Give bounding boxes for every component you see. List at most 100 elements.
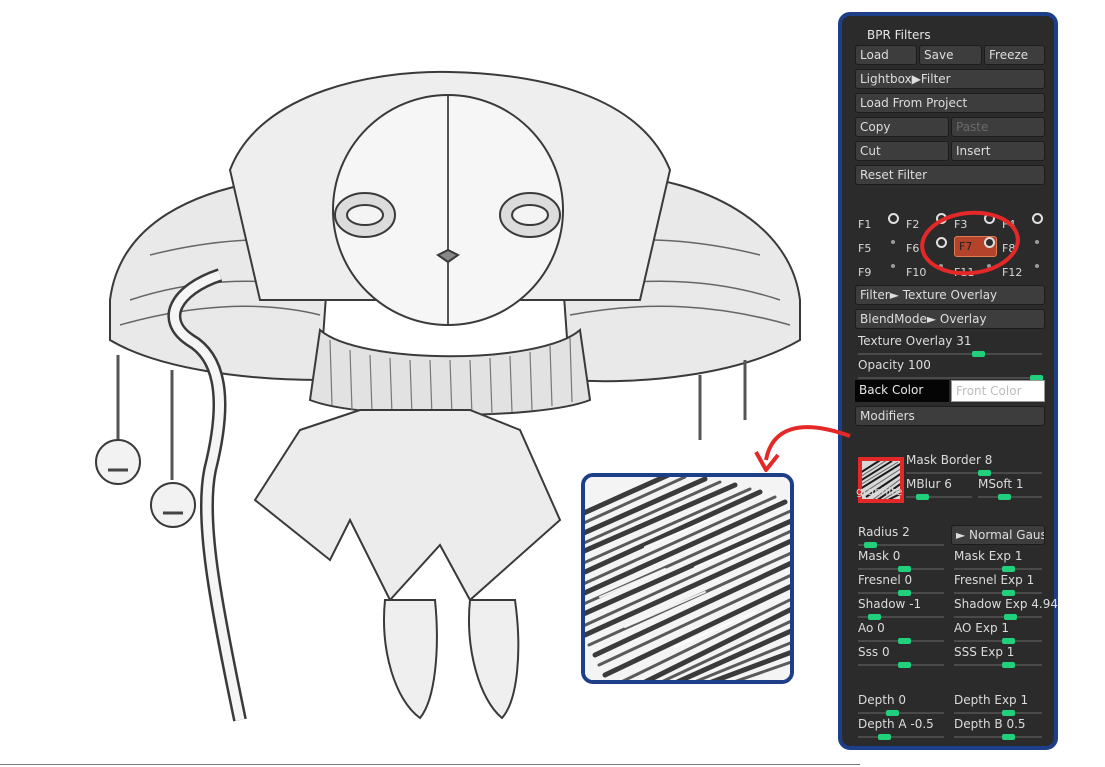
front-color-swatch[interactable]: Front Color	[951, 380, 1045, 402]
load-from-project-button[interactable]: Load From Project	[855, 93, 1045, 113]
slider-knob[interactable]	[898, 590, 911, 596]
slider-knob[interactable]	[864, 542, 877, 548]
filter-slot-f3[interactable]: F3	[954, 218, 967, 231]
slider-knob[interactable]	[1002, 566, 1015, 572]
slider-track	[954, 664, 1042, 666]
texture-zoom-inset	[581, 473, 794, 684]
mask-exp-label: Mask Exp 1	[954, 549, 1023, 563]
slider-track	[954, 568, 1042, 570]
radius-label: Radius 2	[858, 525, 910, 539]
modifiers-section[interactable]: Modifiers	[855, 406, 1045, 426]
load-button[interactable]: Load	[855, 45, 917, 65]
slider-track	[954, 736, 1042, 738]
slider-track	[954, 712, 1042, 714]
slot-f2-toggle-icon[interactable]	[936, 213, 947, 224]
slot-f9-toggle-icon[interactable]	[891, 264, 895, 268]
filter-slot-f1[interactable]: F1	[858, 218, 871, 231]
filter-slot-f12[interactable]: F12	[1002, 266, 1022, 279]
fresnel-label: Fresnel 0	[858, 573, 913, 587]
slot-f5-toggle-icon[interactable]	[891, 240, 895, 244]
slider-knob[interactable]	[1002, 590, 1015, 596]
reset-filter-button[interactable]: Reset Filter	[855, 165, 1045, 185]
filter-slot-f4[interactable]: F4	[1002, 218, 1015, 231]
slider-track	[954, 640, 1042, 642]
filter-slot-f6[interactable]: F6	[906, 242, 919, 255]
depth-a-slider[interactable]: Depth A -0.5	[858, 717, 944, 745]
slot-f10-toggle-icon[interactable]	[939, 264, 943, 268]
slot-f6-toggle-icon[interactable]	[936, 237, 947, 248]
slider-knob[interactable]	[886, 710, 899, 716]
slider-knob[interactable]	[1002, 662, 1015, 668]
sss-slider[interactable]: Sss 0	[858, 645, 944, 673]
slot-f4-toggle-icon[interactable]	[1032, 213, 1043, 224]
slot-f12-toggle-icon[interactable]	[1035, 264, 1039, 268]
cut-button[interactable]: Cut	[855, 141, 949, 161]
slider-knob[interactable]	[1002, 710, 1015, 716]
shadow-label: Shadow -1	[858, 597, 922, 611]
panel-title: BPR Filters	[867, 28, 931, 42]
slider-knob[interactable]	[898, 662, 911, 668]
sss-exp-label: SSS Exp 1	[954, 645, 1015, 659]
slot-f7-toggle-icon[interactable]	[984, 237, 995, 248]
sss-label: Sss 0	[858, 645, 890, 659]
slider-track	[858, 377, 1042, 379]
texture-name-label: graphite	[856, 485, 903, 498]
opacity-label: Opacity 100	[858, 358, 931, 372]
slider-knob[interactable]	[878, 734, 891, 740]
slider-knob[interactable]	[898, 566, 911, 572]
mask-border-label: Mask Border 8	[906, 453, 993, 467]
msoft-label: MSoft 1	[978, 477, 1024, 491]
slider-track	[858, 353, 1042, 355]
slider-knob[interactable]	[868, 614, 881, 620]
filter-slot-f5[interactable]: F5	[858, 242, 871, 255]
filter-slot-f2[interactable]: F2	[906, 218, 919, 231]
slot-f11-toggle-icon[interactable]	[987, 264, 991, 268]
shadow-exp-label: Shadow Exp 4.94	[954, 597, 1059, 611]
slider-track	[954, 616, 1042, 618]
slider-knob[interactable]	[1004, 614, 1017, 620]
filter-type-dropdown[interactable]: Filter► Texture Overlay	[855, 285, 1045, 305]
filter-slot-f11[interactable]: F11	[954, 266, 974, 279]
filter-slot-f10[interactable]: F10	[906, 266, 926, 279]
paste-button[interactable]: Paste	[951, 117, 1045, 137]
slider-knob[interactable]	[916, 494, 929, 500]
slider-knob[interactable]	[972, 351, 985, 357]
gauss-mode-dropdown[interactable]: ► Normal Gauss	[951, 525, 1045, 545]
ao-exp-label: AO Exp 1	[954, 621, 1010, 635]
insert-button[interactable]: Insert	[951, 141, 1045, 161]
slider-knob[interactable]	[998, 494, 1011, 500]
texture-overlay-label: Texture Overlay 31	[858, 334, 972, 348]
slider-track	[858, 736, 944, 738]
blend-mode-dropdown[interactable]: BlendMode► Overlay	[855, 309, 1045, 329]
lightbox-filter-button[interactable]: Lightbox▶Filter	[855, 69, 1045, 89]
slider-knob[interactable]	[978, 470, 991, 476]
slider-track	[858, 712, 944, 714]
slider-knob[interactable]	[1002, 638, 1015, 644]
slider-knob[interactable]	[1002, 734, 1015, 740]
freeze-button[interactable]: Freeze	[984, 45, 1045, 65]
mask-label: Mask 0	[858, 549, 901, 563]
depth-b-label: Depth B 0.5	[954, 717, 1026, 731]
mblur-slider[interactable]: MBlur 6	[906, 477, 972, 505]
filter-slot-f8[interactable]: F8	[1002, 242, 1015, 255]
fresnel-exp-label: Fresnel Exp 1	[954, 573, 1035, 587]
bottom-divider	[0, 764, 860, 765]
slider-track	[954, 592, 1042, 594]
msoft-slider[interactable]: MSoft 1	[978, 477, 1042, 505]
slot-f8-toggle-icon[interactable]	[1035, 240, 1039, 244]
depth-b-slider[interactable]: Depth B 0.5	[954, 717, 1042, 745]
back-color-swatch[interactable]: Back Color	[855, 380, 949, 402]
copy-button[interactable]: Copy	[855, 117, 949, 137]
depth-a-label: Depth A -0.5	[858, 717, 934, 731]
depth-label: Depth 0	[858, 693, 907, 707]
slot-f1-toggle-icon[interactable]	[888, 213, 899, 224]
sss-exp-slider[interactable]: SSS Exp 1	[954, 645, 1042, 673]
slider-knob[interactable]	[898, 638, 911, 644]
depth-exp-label: Depth Exp 1	[954, 693, 1029, 707]
slot-f3-toggle-icon[interactable]	[984, 213, 995, 224]
bpr-filters-panel: BPR Filters Load Save Freeze Lightbox▶Fi…	[838, 12, 1058, 750]
slider-track	[906, 472, 1042, 474]
filter-slot-f9[interactable]: F9	[858, 266, 871, 279]
save-button[interactable]: Save	[919, 45, 982, 65]
ao-label: Ao 0	[858, 621, 885, 635]
